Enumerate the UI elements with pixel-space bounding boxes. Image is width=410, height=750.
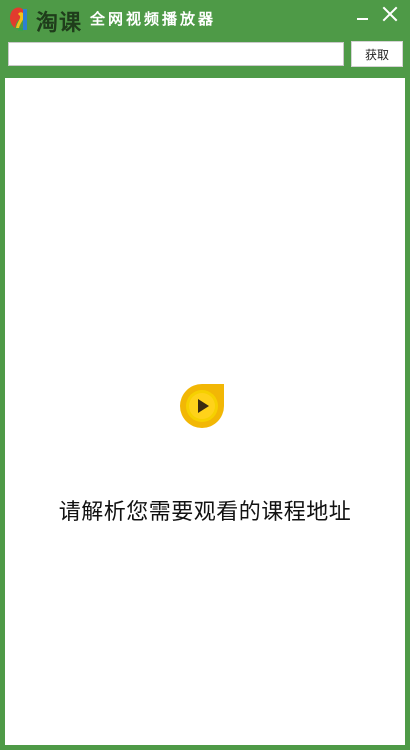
title-bar[interactable]: 淘课 全网视频播放器 xyxy=(0,0,410,38)
close-button[interactable] xyxy=(377,4,403,26)
content-area: 请解析您需要观看的课程地址 xyxy=(5,78,405,745)
play-icon xyxy=(178,382,226,430)
prompt-text: 请解析您需要观看的课程地址 xyxy=(58,500,352,525)
fetch-button[interactable]: 获取 xyxy=(351,41,403,67)
close-icon xyxy=(382,6,398,22)
minimize-icon xyxy=(357,18,368,20)
app-window: 淘课 全网视频播放器 获取 请解析您需要观看的课程地址 xyxy=(0,0,410,750)
app-logo: 淘课 xyxy=(6,4,90,36)
app-title: 全网视频播放器 xyxy=(90,10,217,28)
logo-icon xyxy=(10,7,27,31)
minimize-button[interactable] xyxy=(350,4,376,26)
url-input[interactable] xyxy=(8,42,344,66)
logo-text: 淘课 xyxy=(36,10,83,36)
